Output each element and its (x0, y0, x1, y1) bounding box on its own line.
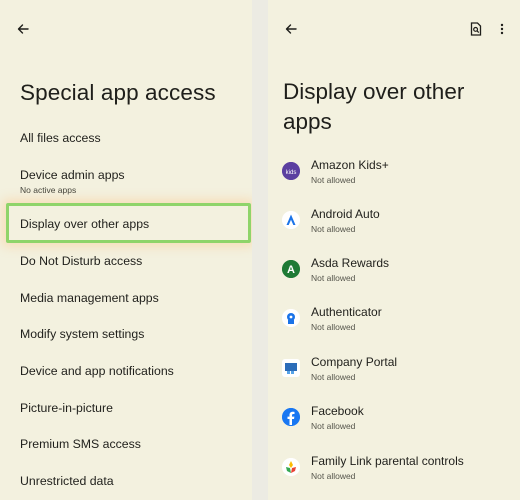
app-row-facebook[interactable]: Facebook Not allowed (268, 404, 520, 444)
page-title: Special app access (20, 80, 216, 105)
menu-item-device-admin-apps[interactable]: Device admin apps (20, 168, 125, 182)
app-row-android-auto[interactable]: Android Auto Not allowed (268, 207, 520, 247)
app-row-asda-rewards[interactable]: A Asda Rewards Not allowed (268, 256, 520, 296)
asda-rewards-icon: A (282, 260, 300, 278)
app-status: Not allowed (311, 322, 356, 332)
app-row-family-link[interactable]: Family Link parental controls Not allowe… (268, 454, 520, 494)
more-options-icon[interactable] (494, 20, 510, 38)
app-status: Not allowed (311, 471, 356, 481)
app-status: Not allowed (311, 175, 356, 185)
app-row-company-portal[interactable]: Company Portal Not allowed (268, 355, 520, 395)
page-title-line-2: apps (283, 109, 332, 134)
facebook-icon (282, 408, 300, 426)
app-name: Family Link parental controls (311, 454, 464, 468)
app-name: Android Auto (311, 207, 380, 221)
app-name: Authenticator (311, 305, 382, 319)
app-status: Not allowed (311, 273, 356, 283)
menu-item-subtitle: No active apps (20, 185, 77, 195)
svg-text:A: A (287, 264, 295, 276)
app-name: Asda Rewards (311, 256, 390, 270)
company-portal-icon (282, 359, 300, 377)
menu-item-device-and-app-notifications[interactable]: Device and app notifications (20, 364, 174, 378)
back-arrow-icon[interactable] (14, 20, 32, 38)
app-status: Not allowed (311, 224, 356, 234)
page-title: Display over other apps (283, 77, 464, 137)
special-app-access-screen: Special app access All files access Devi… (0, 0, 252, 500)
menu-item-display-over-other-apps[interactable]: Display over other apps (20, 217, 149, 231)
app-name: Company Portal (311, 355, 398, 369)
svg-text:kids: kids (286, 170, 297, 176)
authenticator-icon (282, 309, 300, 327)
menu-item-premium-sms-access[interactable]: Premium SMS access (20, 437, 141, 451)
menu-item-media-management-apps[interactable]: Media management apps (20, 291, 159, 305)
menu-item-all-files-access[interactable]: All files access (20, 131, 101, 145)
display-over-other-apps-screen: Display over other apps kids Amazon Kids… (268, 0, 520, 500)
menu-item-picture-in-picture[interactable]: Picture-in-picture (20, 401, 113, 415)
app-row-authenticator[interactable]: Authenticator Not allowed (268, 305, 520, 345)
menu-item-modify-system-settings[interactable]: Modify system settings (20, 327, 144, 341)
page-title-line-1: Display over other (283, 79, 465, 104)
menu-item-do-not-disturb-access[interactable]: Do Not Disturb access (20, 254, 142, 268)
menu-item-unrestricted-data[interactable]: Unrestricted data (20, 474, 114, 488)
back-arrow-icon[interactable] (282, 20, 300, 38)
amazon-kids-icon: kids (282, 162, 300, 180)
android-auto-icon (282, 211, 300, 229)
app-name: Facebook (311, 404, 364, 418)
app-name: Amazon Kids+ (311, 158, 389, 172)
app-status: Not allowed (311, 421, 356, 431)
family-link-icon (282, 458, 300, 476)
app-status: Not allowed (311, 372, 356, 382)
app-row-amazon-kids[interactable]: kids Amazon Kids+ Not allowed (268, 158, 520, 198)
search-app-icon[interactable] (468, 20, 484, 38)
